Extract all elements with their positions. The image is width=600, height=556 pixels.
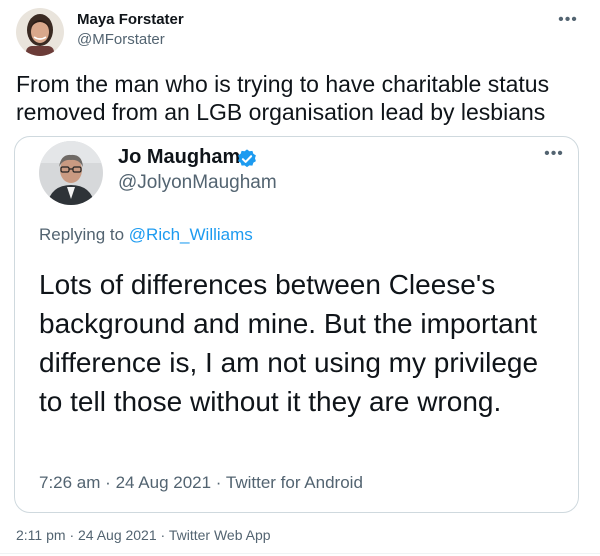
tweet-meta: 2:11 pm · 24 Aug 2021 · Twitter Web App: [16, 527, 271, 543]
more-horizontal-icon[interactable]: •••: [556, 12, 580, 32]
tweet-time[interactable]: 2:11 pm: [16, 527, 66, 543]
quoted-author-name[interactable]: Jo Maugham: [118, 146, 240, 169]
tweet-text: From the man who is trying to have chari…: [16, 71, 550, 125]
quoted-tweet-meta: 7:26 am · 24 Aug 2021 · Twitter for Andr…: [39, 473, 363, 493]
quoted-tweet-date[interactable]: 24 Aug 2021: [116, 473, 211, 492]
tweet-source[interactable]: Twitter Web App: [169, 527, 271, 543]
replying-to-label: Replying to: [39, 225, 129, 244]
tweet: Maya Forstater @MForstater ••• From the …: [0, 0, 600, 556]
quoted-tweet-text: Lots of differences between Cleese's bac…: [39, 269, 539, 417]
author-handle[interactable]: @MForstater: [77, 31, 165, 48]
replying-to: Replying to @Rich_Williams: [39, 225, 253, 245]
meta-separator: ·: [215, 473, 222, 492]
divider: [0, 553, 600, 554]
meta-separator: ·: [105, 473, 111, 492]
author-avatar[interactable]: [16, 8, 64, 56]
author-name[interactable]: Maya Forstater: [77, 11, 184, 28]
quoted-author-handle[interactable]: @JolyonMaugham: [118, 172, 277, 194]
quoted-tweet-time[interactable]: 7:26 am: [39, 473, 100, 492]
tweet-date[interactable]: 24 Aug 2021: [78, 527, 157, 543]
meta-separator: ·: [160, 527, 166, 543]
meta-separator: ·: [69, 527, 75, 543]
quoted-tweet-source[interactable]: Twitter for Android: [226, 473, 363, 492]
quoted-author-avatar[interactable]: [39, 141, 103, 205]
more-horizontal-icon[interactable]: •••: [542, 146, 566, 166]
replying-to-mention[interactable]: @Rich_Williams: [129, 225, 253, 244]
verified-badge-icon: [236, 148, 258, 170]
